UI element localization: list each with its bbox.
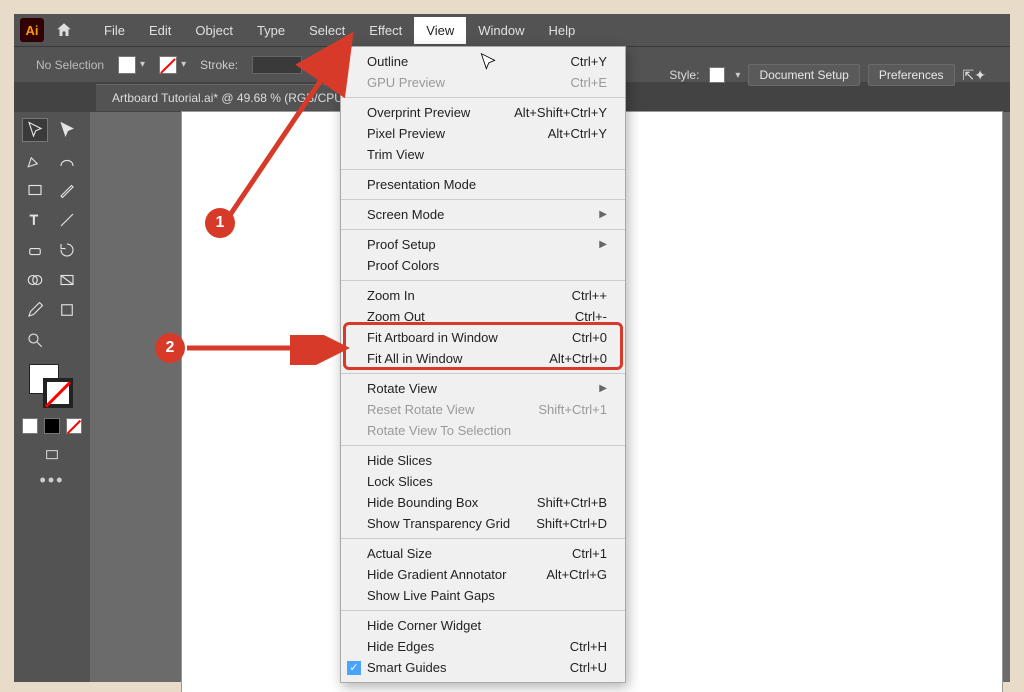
menu-file[interactable]: File (92, 17, 137, 44)
rotate-tool-icon[interactable] (54, 238, 80, 262)
menu-item-show-live-paint-gaps[interactable]: Show Live Paint Gaps (341, 585, 625, 606)
menu-type[interactable]: Type (245, 17, 297, 44)
tool-panel: T ••• (14, 112, 90, 682)
menu-help[interactable]: Help (536, 17, 587, 44)
type-tool-icon[interactable]: T (22, 208, 48, 232)
menu-item-zoom-in[interactable]: Zoom InCtrl++ (341, 285, 625, 306)
gradient-tool-icon[interactable] (54, 268, 80, 292)
menu-object[interactable]: Object (183, 17, 245, 44)
menu-effect[interactable]: Effect (357, 17, 414, 44)
eyedropper-tool-icon[interactable] (22, 298, 48, 322)
menu-item-show-transparency-grid[interactable]: Show Transparency GridShift+Ctrl+D (341, 513, 625, 534)
menu-item-proof-setup[interactable]: Proof Setup▶ (341, 234, 625, 255)
direct-selection-tool-icon[interactable] (54, 118, 80, 142)
menu-select[interactable]: Select (297, 17, 357, 44)
eraser-tool-icon[interactable] (22, 238, 48, 262)
menu-item-screen-mode[interactable]: Screen Mode▶ (341, 204, 625, 225)
pen-tool-icon[interactable] (22, 148, 48, 172)
menu-item-smart-guides[interactable]: Smart GuidesCtrl+U (341, 657, 625, 678)
paintbrush-tool-icon[interactable] (54, 178, 80, 202)
svg-text:T: T (30, 213, 38, 228)
menu-item-hide-corner-widget[interactable]: Hide Corner Widget (341, 615, 625, 636)
menu-item-hide-slices[interactable]: Hide Slices (341, 450, 625, 471)
menu-item-gpu-preview: GPU PreviewCtrl+E (341, 72, 625, 93)
color-mode-none-icon[interactable] (66, 418, 82, 434)
selection-label: No Selection (36, 58, 104, 72)
stroke-color-icon[interactable] (43, 378, 73, 408)
line-tool-icon[interactable] (54, 208, 80, 232)
menu-item-pixel-preview[interactable]: Pixel PreviewAlt+Ctrl+Y (341, 123, 625, 144)
menu-window[interactable]: Window (466, 17, 536, 44)
menu-item-hide-bounding-box[interactable]: Hide Bounding BoxShift+Ctrl+B (341, 492, 625, 513)
chevron-down-icon[interactable]: ▾ (140, 59, 145, 70)
hand-tool-icon[interactable] (54, 328, 80, 352)
menu-item-hide-edges[interactable]: Hide EdgesCtrl+H (341, 636, 625, 657)
check-icon (347, 661, 361, 675)
color-mode-gradient-icon[interactable] (44, 418, 60, 434)
edit-toolbar-icon[interactable]: ••• (40, 470, 65, 491)
menu-item-lock-slices[interactable]: Lock Slices (341, 471, 625, 492)
annotation-badge-2: 2 (155, 333, 185, 363)
app-logo-icon: Ai (20, 18, 44, 42)
artboard-tool-icon[interactable] (54, 298, 80, 322)
menubar: Ai File Edit Object Type Select Effect V… (14, 14, 1010, 46)
fill-swatch[interactable] (118, 56, 136, 74)
menu-item-overprint-preview[interactable]: Overprint PreviewAlt+Shift+Ctrl+Y (341, 102, 625, 123)
stroke-swatch[interactable] (159, 56, 177, 74)
menu-view[interactable]: View (414, 17, 466, 44)
color-mode-solid-icon[interactable] (22, 418, 38, 434)
chevron-down-icon[interactable]: ▾ (735, 70, 740, 81)
menu-item-rotate-to-selection: Rotate View To Selection (341, 420, 625, 441)
menu-item-presentation-mode[interactable]: Presentation Mode (341, 174, 625, 195)
fill-stroke-control[interactable] (29, 364, 75, 410)
menu-item-reset-rotate: Reset Rotate ViewShift+Ctrl+1 (341, 399, 625, 420)
shape-builder-tool-icon[interactable] (22, 268, 48, 292)
screen-mode-icon[interactable] (44, 448, 60, 464)
options-bar-right: Style: ▾ Document Setup Preferences ⇱✦ (669, 64, 986, 86)
menu-item-actual-size[interactable]: Actual SizeCtrl+1 (341, 543, 625, 564)
menu-item-trim-view[interactable]: Trim View (341, 144, 625, 165)
annotation-badge-1: 1 (205, 208, 235, 238)
menu-item-fit-all[interactable]: Fit All in WindowAlt+Ctrl+0 (341, 348, 625, 369)
selection-tool-icon[interactable] (22, 118, 48, 142)
home-icon[interactable] (54, 20, 74, 40)
menu-item-proof-colors[interactable]: Proof Colors (341, 255, 625, 276)
menu-item-fit-artboard[interactable]: Fit Artboard in WindowCtrl+0 (341, 327, 625, 348)
menu-item-zoom-out[interactable]: Zoom OutCtrl+- (341, 306, 625, 327)
cursor-icon (478, 52, 498, 72)
chevron-right-icon: ▶ (599, 209, 607, 220)
rectangle-tool-icon[interactable] (22, 178, 48, 202)
menu-item-hide-gradient-annotator[interactable]: Hide Gradient AnnotatorAlt+Ctrl+G (341, 564, 625, 585)
chevron-right-icon: ▶ (599, 239, 607, 250)
chevron-down-icon[interactable]: ▾ (181, 59, 186, 70)
view-dropdown-menu: OutlineCtrl+Y GPU PreviewCtrl+E Overprin… (340, 46, 626, 683)
style-swatch[interactable] (709, 67, 725, 83)
menu-item-rotate-view[interactable]: Rotate View▶ (341, 378, 625, 399)
menu-edit[interactable]: Edit (137, 17, 183, 44)
chevron-right-icon: ▶ (599, 383, 607, 394)
document-setup-button[interactable]: Document Setup (748, 64, 859, 86)
stroke-label: Stroke: (200, 58, 238, 72)
preferences-button[interactable]: Preferences (868, 64, 955, 86)
zoom-tool-icon[interactable] (22, 328, 48, 352)
style-label: Style: (669, 68, 699, 82)
stroke-weight-input[interactable] (252, 56, 302, 74)
curvature-tool-icon[interactable] (54, 148, 80, 172)
align-icon[interactable]: ⇱✦ (963, 67, 986, 84)
